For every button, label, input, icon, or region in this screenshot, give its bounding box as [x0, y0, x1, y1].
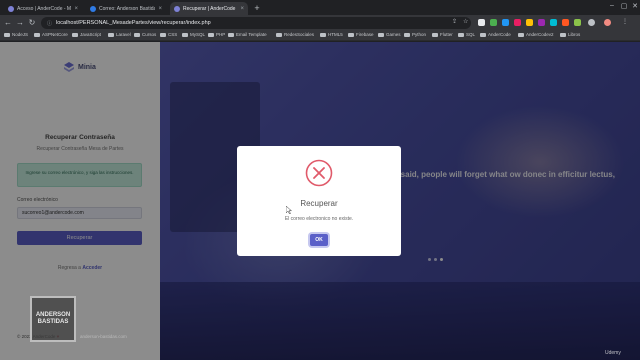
extension-icon[interactable]	[562, 19, 569, 26]
back-icon[interactable]: ←	[3, 18, 13, 28]
menu-icon[interactable]: ⋮	[622, 18, 628, 25]
url-input[interactable]	[56, 20, 437, 26]
bookmark-item[interactable]: JavaScript	[72, 32, 101, 37]
folder-icon	[320, 32, 326, 37]
extension-icon[interactable]	[538, 19, 545, 26]
folder-icon	[4, 32, 10, 37]
mouse-cursor-icon	[286, 206, 292, 214]
folder-icon	[72, 32, 78, 37]
folder-icon	[182, 32, 188, 37]
close-icon[interactable]: ×	[158, 6, 162, 12]
page-viewport: Minia Recuperar Contraseña Recuperar Con…	[0, 42, 640, 360]
dialog-message: El correo electronico no existe.	[284, 216, 354, 222]
folder-icon	[348, 32, 354, 37]
share-icon[interactable]: ⇪	[452, 18, 457, 25]
bookmark-item[interactable]: Libros	[560, 32, 580, 37]
bookmark-item[interactable]: Games	[378, 32, 401, 37]
folder-icon	[208, 32, 214, 37]
folder-icon	[560, 32, 566, 37]
tab-recuperar[interactable]: Recuperar | AnderCode - Mesa ×	[170, 2, 248, 15]
tab-title: Recuperar | AnderCode - Mesa	[183, 5, 237, 12]
folder-icon	[276, 32, 282, 37]
bookmark-item[interactable]: MySQL	[182, 32, 205, 37]
bookmark-item[interactable]: Firebase	[348, 32, 374, 37]
bookmark-item[interactable]: AnderCode	[480, 32, 511, 37]
dialog-title: Recuperar	[300, 199, 338, 208]
folder-icon	[480, 32, 486, 37]
close-icon[interactable]: ×	[74, 6, 78, 12]
new-tab-button[interactable]: +	[252, 3, 262, 13]
forward-icon[interactable]: →	[15, 18, 25, 28]
extension-icon[interactable]	[550, 19, 557, 26]
folder-icon	[160, 32, 166, 37]
bookmark-item[interactable]: Email Template	[228, 32, 267, 37]
outlook-icon	[90, 5, 96, 12]
close-icon[interactable]: ×	[240, 6, 244, 12]
bookmark-item[interactable]: Python	[404, 32, 426, 37]
folder-icon	[378, 32, 384, 37]
browser-window: Acceso | AnderCode - Mesa de × Correo: A…	[0, 0, 640, 360]
extensions-puzzle-icon[interactable]	[588, 19, 595, 26]
bookmark-item[interactable]: Flutter	[432, 32, 453, 37]
bookmark-item[interactable]: SQL	[458, 32, 475, 37]
bookmark-item[interactable]: RedesSociales	[276, 32, 314, 37]
folder-icon	[228, 32, 234, 37]
folder-icon	[458, 32, 464, 37]
extension-icon[interactable]	[514, 19, 521, 26]
extension-icon[interactable]	[574, 19, 581, 26]
tab-correo[interactable]: Correo: Anderson Bastidas - O ×	[86, 2, 166, 15]
address-bar[interactable]: ⓘ	[41, 17, 471, 29]
folder-icon	[432, 32, 438, 37]
extension-icon[interactable]	[502, 19, 509, 26]
extension-icon[interactable]	[490, 19, 497, 26]
extension-icon[interactable]	[478, 19, 485, 26]
favicon-icon	[174, 5, 180, 12]
bookmark-item[interactable]: ASPNetCore	[34, 32, 68, 37]
reload-icon[interactable]: ↻	[27, 18, 37, 28]
bookmark-item[interactable]: PHP	[208, 32, 225, 37]
bookmark-star-icon[interactable]: ☆	[463, 18, 468, 25]
favicon-icon	[8, 5, 14, 12]
udemy-logo: Udemy	[605, 350, 621, 356]
bookmark-item[interactable]: CSS	[160, 32, 177, 37]
folder-icon	[108, 32, 114, 37]
window-close-icon[interactable]: ✕	[629, 2, 640, 10]
bookmark-item[interactable]: AnderCodev2	[518, 32, 554, 37]
ok-button[interactable]: OK	[310, 234, 328, 246]
instructor-watermark: ANDERSON BASTIDAS	[30, 296, 76, 342]
folder-icon	[34, 32, 40, 37]
watermark-url: anderson-bastidas.com	[80, 334, 127, 339]
bookmarks-bar: NodeJS ASPNetCore JavaScript Laravel Cur…	[0, 31, 640, 41]
bookmark-item[interactable]: Laravel	[108, 32, 131, 37]
bookmark-item[interactable]: Cursos	[134, 32, 156, 37]
extension-icon[interactable]	[526, 19, 533, 26]
tab-acceso[interactable]: Acceso | AnderCode - Mesa de ×	[4, 2, 82, 15]
bookmark-item[interactable]: HTML5	[320, 32, 343, 37]
info-icon[interactable]: ⓘ	[47, 20, 52, 27]
folder-icon	[518, 32, 524, 37]
error-dialog: Recuperar El correo electronico no exist…	[237, 146, 401, 256]
minimize-icon[interactable]: –	[606, 2, 618, 9]
bookmark-item[interactable]: NodeJS	[4, 32, 28, 37]
error-x-icon	[305, 159, 333, 187]
address-toolbar: ← → ↻ ⓘ ⇪ ☆ ⋮	[0, 15, 640, 31]
tab-title: Acceso | AnderCode - Mesa de	[17, 5, 72, 12]
folder-icon	[134, 32, 140, 37]
folder-icon	[404, 32, 410, 37]
tab-title: Correo: Anderson Bastidas - O	[99, 5, 156, 12]
tab-strip: Acceso | AnderCode - Mesa de × Correo: A…	[0, 0, 640, 15]
profile-avatar[interactable]	[604, 19, 611, 26]
